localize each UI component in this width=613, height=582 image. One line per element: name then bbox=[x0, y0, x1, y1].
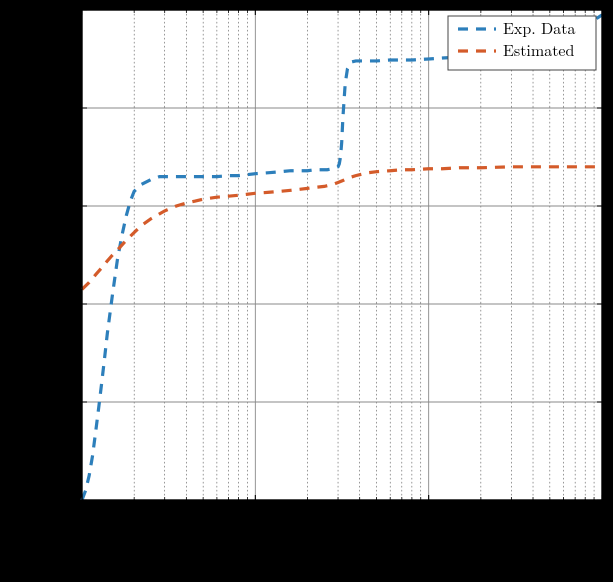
y-tick-label: 4 bbox=[64, 95, 72, 118]
y-tick-label: 2 bbox=[64, 291, 72, 314]
x-axis-label: Period [s] bbox=[301, 527, 384, 556]
y-tick-label: 0 bbox=[64, 487, 72, 510]
x-tick-label: 101 bbox=[418, 504, 440, 528]
y-axis-label: Damping ratio [%] bbox=[7, 174, 36, 336]
legend: Exp. DataEstimated bbox=[448, 16, 596, 70]
plot-background bbox=[82, 10, 602, 500]
line-chart: 10-1 100 101 102 0 1 2 3 4 5 Period [s] Damping rat… bbox=[0, 0, 613, 582]
x-tick-label: 102 bbox=[591, 504, 613, 528]
x-tick-label: 100 bbox=[245, 504, 267, 528]
x-tick-label: 10-1 bbox=[69, 504, 94, 528]
y-tick-label: 5 bbox=[64, 0, 72, 20]
y-tick-label: 3 bbox=[64, 193, 72, 216]
y-tick-label: 1 bbox=[64, 389, 72, 412]
legend-label-0: Exp. Data bbox=[503, 16, 575, 39]
legend-label-1: Estimated bbox=[503, 38, 575, 61]
